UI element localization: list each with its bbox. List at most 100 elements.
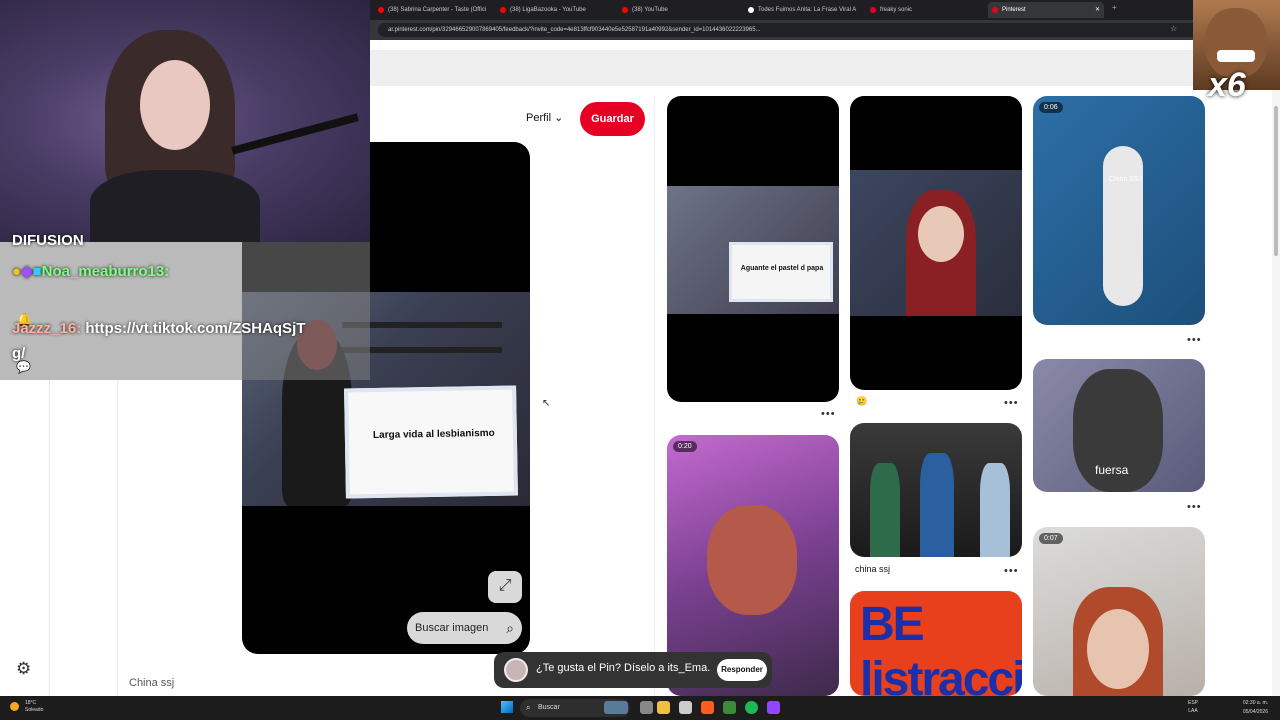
pin-caption: China ssj	[129, 677, 175, 689]
brave-icon[interactable]	[701, 701, 714, 714]
youtube-icon	[500, 7, 506, 13]
avatar	[504, 658, 528, 682]
pinterest-sidebar	[0, 380, 50, 696]
settings-gear-icon[interactable]: ⚙	[16, 659, 31, 679]
pinterest-icon	[992, 7, 998, 13]
file-explorer-icon[interactable]	[657, 701, 670, 714]
system-clock[interactable]: 02:30 a. m. 05/04/2026	[1243, 699, 1268, 717]
pin-more-options-icon[interactable]: •••	[1004, 397, 1019, 409]
expand-icon[interactable]: ⤢	[488, 571, 522, 603]
twitch-icon[interactable]	[767, 701, 780, 714]
pin-overlay-text: fuersa	[1095, 463, 1129, 477]
person-figure	[980, 463, 1010, 557]
streamer-face	[140, 60, 210, 150]
video-duration-badge: 0:06	[1039, 102, 1063, 113]
tab-freaky-sonic[interactable]: freaky sonic	[866, 2, 984, 18]
sun-icon	[10, 702, 19, 711]
grid-pin-8[interactable]: BE listraccion	[850, 591, 1022, 696]
chat-partial-line: DIFUSION	[12, 232, 84, 249]
widget-icon[interactable]	[604, 701, 628, 714]
save-button[interactable]: Guardar	[580, 102, 645, 136]
badge-icon: ●	[12, 263, 22, 280]
pin-face	[1087, 609, 1149, 689]
new-tab-icon[interactable]: +	[1112, 3, 1117, 12]
windows-start-icon[interactable]	[501, 701, 513, 713]
pin-face	[918, 206, 964, 262]
chat-line-2: Jazzz_16: https://vt.tiktok.com/ZSHAqSjT	[12, 320, 305, 337]
meme-teeth	[1217, 50, 1255, 62]
spotify-icon[interactable]	[745, 701, 758, 714]
pin-emoji: 🥲	[856, 396, 868, 406]
tab-youtube-ligabazooka[interactable]: (38) LigaBazooka - YouTube	[496, 2, 614, 18]
video-duration-badge: 0:07	[1039, 533, 1063, 544]
pin-thumbnail: Aguante el pastel d papa	[667, 186, 839, 314]
mouse-cursor-icon: ↖	[542, 398, 551, 409]
pin-more-options-icon[interactable]: •••	[1187, 334, 1202, 346]
search-icon: ⌕	[526, 703, 531, 712]
streamer-body	[90, 170, 260, 242]
pin-more-options-icon[interactable]: •••	[821, 408, 836, 420]
pin-more-options-icon[interactable]: •••	[1187, 501, 1202, 513]
chat-line-1: ●◆■Noa_meaburro13:	[12, 262, 169, 280]
search-image-button[interactable]: Buscar imagen ⌕	[407, 612, 522, 644]
page-scrollbar[interactable]	[1272, 86, 1280, 696]
youtube-icon	[378, 7, 384, 13]
pin-graphic-text: BE listraccion	[860, 598, 1022, 696]
grid-pin-7[interactable]: 0:07	[1033, 527, 1205, 696]
feedback-toast: ¿Te gusta el Pin? Díselo a its_Ema. Resp…	[494, 652, 772, 688]
tiktok-icon	[748, 7, 754, 13]
grid-pin-1[interactable]: Aguante el pastel d papa	[667, 96, 839, 402]
app-icon[interactable]	[723, 701, 736, 714]
cube-icon: ■	[32, 263, 42, 280]
pin-thumbnail	[850, 170, 1022, 316]
chat-username: Jazzz_16:	[12, 320, 82, 337]
pin-more-options-icon[interactable]: •••	[1004, 565, 1019, 577]
weather-widget[interactable]: 18°C Soleado	[10, 700, 43, 714]
tab-pinterest[interactable]: Pinterest ✕	[988, 2, 1104, 18]
pin-overlay-text: China SSJ	[1109, 176, 1143, 183]
scrollbar-thumb[interactable]	[1274, 106, 1278, 256]
bookmark-icon[interactable]: ☆	[1170, 24, 1177, 33]
stream-chat-overlay: DIFUSION ●◆■Noa_meaburro13: 🔔 Jazzz_16: …	[0, 232, 370, 380]
address-bar: ar.pinterest.com/pin/329466529007869405/…	[370, 20, 1280, 40]
pin-title: china ssj	[855, 564, 891, 574]
grid-pin-6[interactable]: fuersa	[1033, 359, 1205, 492]
chevron-down-icon: ⌄	[554, 112, 564, 124]
visual-search-icon: ⌕	[506, 620, 514, 636]
grid-pin-3[interactable]: 0:06 China SSJ	[1033, 96, 1205, 325]
person-figure	[1103, 146, 1143, 306]
grid-pin-2[interactable]	[850, 96, 1022, 390]
chat-username: Noa_meaburro13:	[41, 263, 170, 280]
windows-taskbar: 18°C Soleado ⌕ Buscar ESP LAA 02:30 a. m. 0…	[0, 696, 1280, 720]
video-duration-badge: 0:20	[673, 441, 697, 452]
multiplier-text: x6	[1208, 66, 1246, 104]
sidebar-divider-column	[50, 380, 118, 696]
page-header	[370, 40, 1280, 50]
person-figure	[920, 453, 954, 557]
toast-message: ¿Te gusta el Pin? Díselo a its_Ema.	[536, 662, 711, 674]
grid-pin-5[interactable]	[850, 423, 1022, 557]
page-toolbar-strip	[370, 50, 1280, 86]
chat-bubble-icon: 💬	[16, 360, 31, 374]
pinterest-icon	[870, 7, 876, 13]
url-input[interactable]: ar.pinterest.com/pin/329466529007869405/…	[378, 23, 1198, 37]
video-sign: Larga vida al lesbianismo	[344, 385, 518, 499]
streamer-facecam	[0, 0, 370, 242]
pin-face	[707, 505, 797, 615]
person-figure	[870, 463, 900, 557]
tab-youtube[interactable]: (38) YouTube	[618, 2, 736, 18]
pin-sign: Aguante el pastel d papa	[729, 242, 833, 302]
microphone-arm	[231, 113, 359, 155]
chat-message: https://vt.tiktok.com/ZSHAqSjT	[85, 320, 306, 337]
tab-tiktok[interactable]: Todes Fuimos Anita: La Frase Viral A	[744, 2, 862, 18]
badge-icon: ◆	[21, 263, 33, 280]
language-indicator[interactable]: ESP LAA	[1188, 699, 1198, 715]
browser-tab-bar: (38) Sabrina Carpenter - Taste (Offici (…	[370, 0, 1280, 20]
tab-youtube-sabrina[interactable]: (38) Sabrina Carpenter - Taste (Offici	[374, 2, 492, 18]
close-tab-icon[interactable]: ✕	[1095, 2, 1100, 18]
store-icon[interactable]	[679, 701, 692, 714]
task-view-icon[interactable]	[640, 701, 653, 714]
reply-button[interactable]: Responder	[717, 659, 767, 681]
profile-dropdown[interactable]: Perfil ⌄	[526, 111, 563, 124]
youtube-icon	[622, 7, 628, 13]
